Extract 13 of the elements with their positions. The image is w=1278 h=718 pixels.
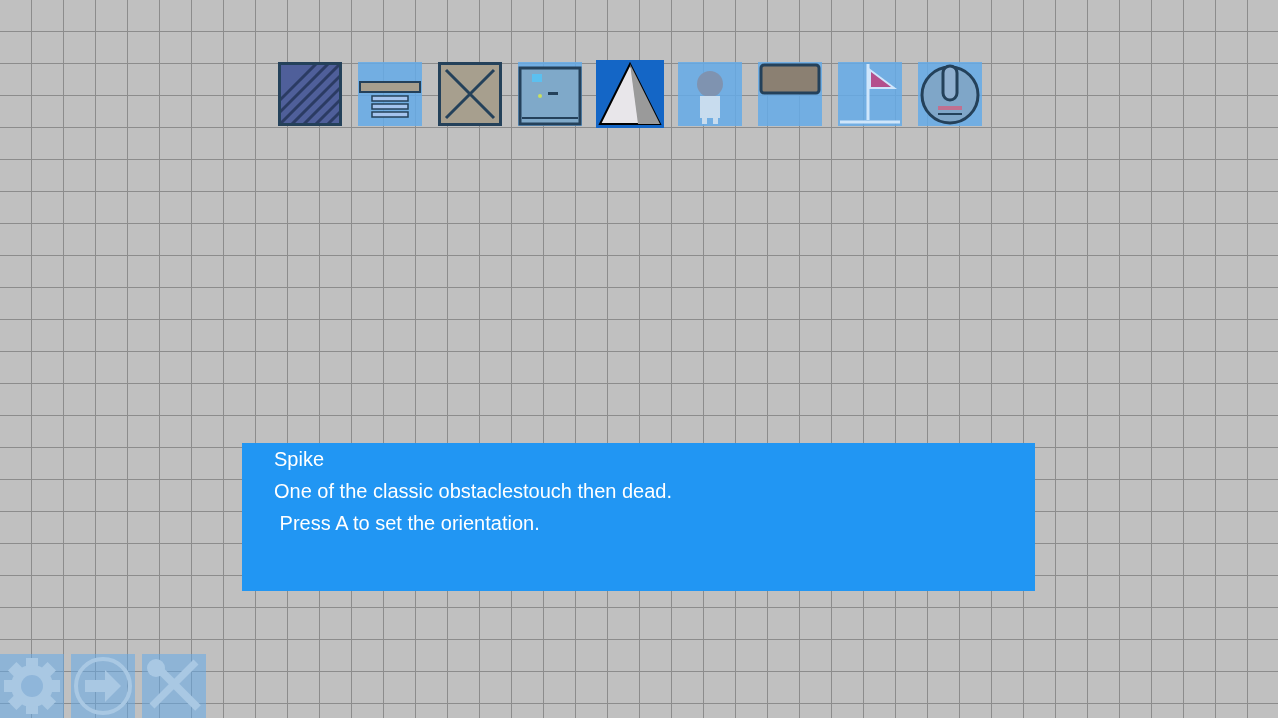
spike-tile[interactable] [598, 62, 662, 126]
flag-tile[interactable] [838, 62, 902, 126]
platform-tile[interactable] [758, 62, 822, 126]
crate-tile[interactable] [438, 62, 502, 126]
item-description: One of the classic obstaclestouch then dead. [274, 479, 673, 504]
item-title: Spike [274, 447, 325, 472]
character-tile[interactable] [678, 62, 742, 126]
striped-block-tile[interactable] [278, 62, 342, 126]
robot-tile[interactable] [918, 62, 982, 126]
machine-tile[interactable] [518, 62, 582, 126]
spring-tile[interactable] [358, 62, 422, 126]
character-silhouette-icon [697, 71, 723, 124]
item-description: Press A to set the orientation. [278, 511, 540, 536]
